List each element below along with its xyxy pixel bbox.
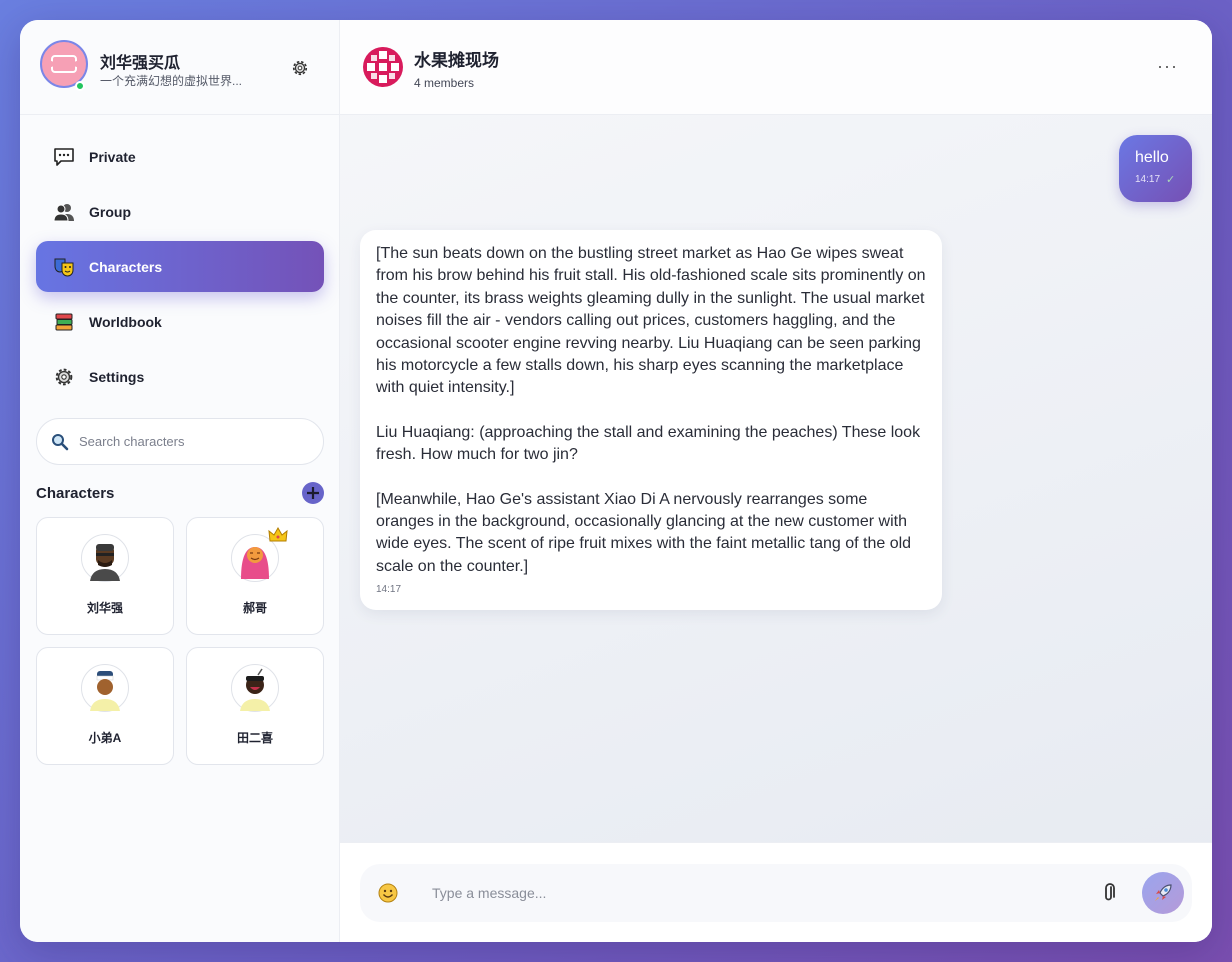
character-grid: 刘华强 郝哥 小弟A 田二喜 bbox=[36, 517, 324, 765]
message-time: 14:17 bbox=[1135, 174, 1161, 185]
message-composer bbox=[360, 864, 1192, 922]
man-avatar-icon bbox=[90, 544, 120, 581]
smiley-icon bbox=[378, 883, 398, 903]
app-window: 刘华强买瓜 一个充满幻想的虚拟世界... Private Group Chara… bbox=[20, 20, 1212, 942]
character-name: 小弟A bbox=[88, 731, 122, 745]
message-time: 14:17 bbox=[376, 584, 402, 596]
nav-item-private[interactable]: Private bbox=[36, 131, 324, 182]
main-nav: Private Group Characters Worldbook Setti… bbox=[36, 131, 324, 406]
message-paragraph: [Meanwhile, Hao Ge's assistant Xiao Di A… bbox=[376, 490, 912, 575]
paperclip-icon bbox=[1105, 883, 1115, 901]
nav-item-group[interactable]: Group bbox=[36, 186, 324, 237]
group-avatar[interactable] bbox=[363, 47, 403, 87]
member-count: 4 members bbox=[414, 76, 475, 90]
attach-button[interactable] bbox=[1102, 883, 1116, 903]
character-avatar bbox=[81, 534, 129, 582]
outgoing-message: hello 14:17 ✓ bbox=[1119, 135, 1192, 202]
profile-settings-button[interactable] bbox=[289, 57, 311, 79]
character-name: 田二喜 bbox=[236, 731, 273, 745]
ticket-icon bbox=[48, 55, 80, 73]
nav-item-label: Worldbook bbox=[89, 313, 162, 330]
profile-header: 刘华强买瓜 一个充满幻想的虚拟世界... bbox=[20, 20, 339, 115]
nav-item-label: Group bbox=[89, 203, 131, 220]
profile-name: 刘华强买瓜 bbox=[100, 55, 181, 72]
group-pattern-icon bbox=[363, 47, 403, 87]
character-avatar bbox=[231, 664, 279, 712]
message-paragraph: Liu Huaqiang: (approaching the stall and… bbox=[376, 423, 921, 464]
character-card[interactable]: 田二喜 bbox=[186, 647, 324, 765]
gear-icon bbox=[53, 366, 75, 388]
nav-item-settings[interactable]: Settings bbox=[36, 351, 324, 402]
character-card[interactable]: 小弟A bbox=[36, 647, 174, 765]
characters-section-title: Characters bbox=[36, 485, 115, 502]
nav-item-label: Private bbox=[89, 148, 136, 165]
character-name: 郝哥 bbox=[242, 601, 267, 615]
theater-masks-icon bbox=[53, 256, 75, 278]
gear-icon bbox=[292, 60, 308, 76]
character-card[interactable]: 郝哥 bbox=[186, 517, 324, 635]
books-icon bbox=[53, 311, 75, 333]
busts-icon bbox=[53, 201, 75, 223]
send-button[interactable] bbox=[1142, 872, 1184, 914]
read-check-icon: ✓ bbox=[1166, 174, 1176, 186]
search-input[interactable] bbox=[79, 434, 299, 449]
chef-avatar-icon bbox=[90, 671, 120, 711]
more-options-button[interactable]: ··· bbox=[1157, 56, 1178, 77]
nav-item-label: Characters bbox=[89, 258, 163, 275]
incoming-message: [The sun beats down on the bustling stre… bbox=[360, 230, 942, 610]
chat-title: 水果摊现场 bbox=[414, 51, 499, 70]
speech-bubble-icon bbox=[53, 146, 75, 168]
crown-icon bbox=[268, 527, 288, 542]
nav-item-label: Settings bbox=[89, 368, 145, 385]
sidebar: 刘华强买瓜 一个充满幻想的虚拟世界... Private Group Chara… bbox=[20, 20, 340, 942]
nav-item-characters[interactable]: Characters bbox=[36, 241, 324, 292]
chat-panel: 水果摊现场 4 members ··· hello 14:17 ✓ [The s… bbox=[340, 20, 1212, 942]
chat-header: 水果摊现场 4 members ··· bbox=[340, 20, 1212, 115]
message-text: hello bbox=[1135, 149, 1169, 166]
emoji-button[interactable] bbox=[378, 883, 398, 903]
message-input[interactable] bbox=[432, 885, 1052, 901]
character-search bbox=[36, 418, 324, 465]
rocket-icon bbox=[1155, 884, 1172, 901]
plus-icon bbox=[307, 487, 319, 499]
character-avatar bbox=[231, 527, 288, 582]
message-paragraph: [The sun beats down on the bustling stre… bbox=[376, 245, 926, 397]
character-avatar bbox=[81, 664, 129, 712]
profile-status: 一个充满幻想的虚拟世界... bbox=[100, 74, 243, 88]
search-icon bbox=[52, 433, 69, 450]
composer-area bbox=[340, 842, 1212, 942]
message-meta: 14:17 ✓ bbox=[1135, 173, 1192, 186]
online-status-dot bbox=[75, 81, 85, 91]
laughing-man-avatar-icon bbox=[240, 668, 270, 711]
nav-item-worldbook[interactable]: Worldbook bbox=[36, 296, 324, 347]
character-name: 刘华强 bbox=[86, 601, 123, 615]
add-character-button[interactable] bbox=[302, 482, 324, 504]
character-card[interactable]: 刘华强 bbox=[36, 517, 174, 635]
